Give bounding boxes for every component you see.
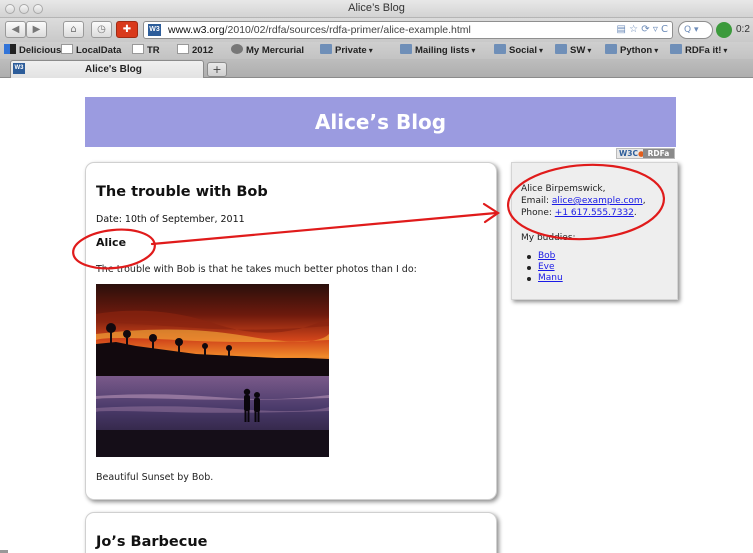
bookmark-folder-sw[interactable]: SW ▾	[555, 44, 591, 56]
mercurial-icon	[231, 44, 243, 54]
author-email-line: Email: alice@example.com,	[521, 196, 646, 206]
window-title: Alice’s Blog	[348, 2, 405, 14]
navigation-toolbar: ◀ ▶ ⌂ ◷ ✚ W3 www.w3.org/2010/02/rdfa/sou…	[0, 18, 753, 42]
chevron-down-icon: ▾	[539, 46, 544, 55]
post-body: The trouble with Bob is that he takes mu…	[96, 264, 417, 275]
author-name: Alice Birpemswick,	[521, 184, 606, 194]
folder-icon	[605, 44, 617, 54]
home-button[interactable]: ⌂	[63, 21, 84, 38]
post-title: The trouble with Bob	[96, 184, 268, 200]
list-item: Eve	[527, 262, 555, 272]
addon-icon: ✚	[122, 24, 132, 35]
bookmark-folder-social[interactable]: Social ▾	[494, 44, 543, 56]
chevron-down-icon: ▾	[368, 46, 373, 55]
blog-header: Alice’s Blog	[85, 97, 676, 147]
bookmarks-bar: Delicious LocalData TR 2012 My Mercurial…	[0, 42, 753, 59]
folder-icon	[555, 44, 567, 54]
search-input[interactable]: Q ▾	[678, 21, 713, 39]
folder-icon	[670, 44, 682, 54]
chevron-down-icon: ▾	[471, 46, 476, 55]
w3c-rdfa-badge[interactable]: W3C● RDFa	[616, 148, 675, 159]
clock-icon: ◷	[97, 24, 106, 35]
page-viewport[interactable]: Alice’s Blog W3C● RDFa The trouble with …	[0, 79, 753, 553]
post-date: Date: 10th of September, 2011	[96, 214, 245, 225]
forward-button[interactable]: ▶	[26, 21, 47, 38]
author-phone-line: Phone: +1 617.555.7332.	[521, 208, 637, 218]
bookmark-tr[interactable]: TR	[132, 44, 160, 56]
history-button[interactable]: ◷	[91, 21, 112, 38]
buddy-link-eve[interactable]: Eve	[538, 262, 555, 272]
author-sidebar: Alice Birpemswick, Email: alice@example.…	[511, 162, 678, 300]
w3c-favicon-icon: W3	[148, 24, 161, 36]
post-author: Alice	[96, 236, 127, 249]
blog-post: The trouble with Bob Date: 10th of Septe…	[85, 162, 497, 500]
post-title: Jo’s Barbecue	[96, 534, 208, 550]
url-text: www.w3.org/2010/02/rdfa/sources/rdfa-pri…	[168, 24, 471, 36]
tab-label: Alice's Blog	[85, 64, 142, 75]
bookmark-mercurial[interactable]: My Mercurial	[231, 44, 304, 56]
bookmark-delicious[interactable]: Delicious	[4, 44, 61, 56]
extension-green-icon[interactable]	[716, 22, 732, 38]
bookmark-folder-python[interactable]: Python ▾	[605, 44, 658, 56]
bookmark-folder-mailing-lists[interactable]: Mailing lists ▾	[400, 44, 475, 56]
photo-caption: Beautiful Sunset by Bob.	[96, 472, 214, 483]
folder-icon	[400, 44, 412, 54]
address-bar-icons[interactable]: ▤ ☆ ⟳ ▿ C	[616, 24, 668, 35]
home-icon: ⌂	[70, 24, 77, 35]
addon-button[interactable]: ✚	[116, 21, 138, 38]
tab-bar: W3 Alice's Blog +	[0, 59, 753, 78]
chevron-down-icon: ▾	[654, 46, 659, 55]
list-item: Bob	[526, 251, 555, 261]
bookmark-2012[interactable]: 2012	[177, 44, 213, 56]
back-button[interactable]: ◀	[5, 21, 26, 38]
sunset-photo	[96, 284, 329, 457]
address-bar[interactable]: W3 www.w3.org/2010/02/rdfa/sources/rdfa-…	[143, 21, 673, 39]
buddies-label: My buddies:	[521, 233, 576, 243]
bookmark-folder-private[interactable]: Private ▾	[320, 44, 373, 56]
page-icon	[132, 44, 144, 54]
folder-icon	[494, 44, 506, 54]
buddy-link-manu[interactable]: Manu	[538, 273, 563, 283]
bookmark-localdata[interactable]: LocalData	[61, 44, 121, 56]
buddy-link-bob[interactable]: Bob	[538, 251, 555, 261]
bookmark-folder-rdfa-it[interactable]: RDFa it! ▾	[670, 44, 727, 56]
w3c-favicon-icon: W3	[13, 63, 25, 74]
delicious-icon	[4, 44, 16, 54]
chevron-down-icon: ▾	[587, 46, 592, 55]
back-arrow-icon: ◀	[11, 24, 20, 35]
page-icon	[61, 44, 73, 54]
page-icon	[177, 44, 189, 54]
new-tab-button[interactable]: +	[207, 62, 227, 77]
window-titlebar: Alice’s Blog	[0, 0, 753, 18]
extension-counter[interactable]: 0:2	[736, 21, 750, 39]
email-link[interactable]: alice@example.com	[552, 196, 643, 206]
forward-arrow-icon: ▶	[32, 24, 41, 35]
tab-alices-blog[interactable]: W3 Alice's Blog	[10, 60, 204, 78]
chevron-down-icon: ▾	[723, 46, 728, 55]
blog-post: Jo’s Barbecue	[85, 512, 497, 553]
list-item: Manu	[527, 273, 563, 283]
phone-link[interactable]: +1 617.555.7332	[555, 208, 634, 218]
folder-icon	[320, 44, 332, 54]
